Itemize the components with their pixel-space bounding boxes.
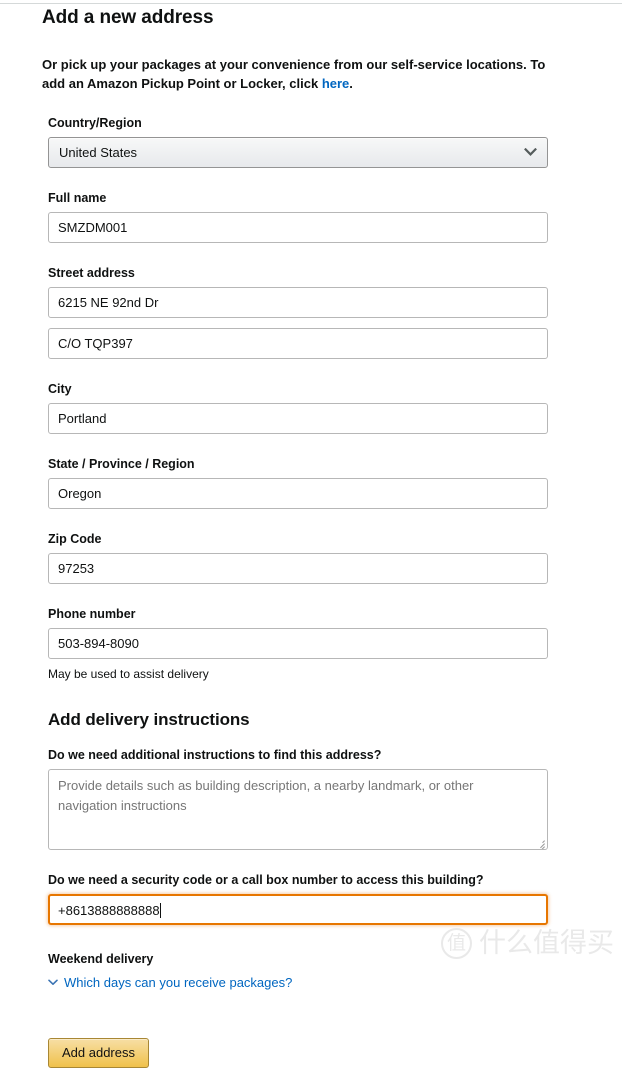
- add-address-button[interactable]: Add address: [48, 1038, 149, 1068]
- text-cursor: [159, 903, 161, 918]
- page-title: Add a new address: [42, 7, 214, 28]
- resize-handle-icon[interactable]: [534, 837, 545, 849]
- submit-row: Add address: [42, 991, 554, 1068]
- street-address-line2-input[interactable]: C/O TQP397: [48, 328, 548, 359]
- security-code-input[interactable]: +8613888888888: [48, 894, 548, 925]
- country-field-group: Country/Region United States: [42, 93, 554, 168]
- street-address-line2-value: C/O TQP397: [58, 336, 133, 351]
- security-code-group: Do we need a security code or a call box…: [42, 850, 554, 925]
- pickup-point-notice: Or pick up your packages at your conveni…: [42, 30, 548, 93]
- phone-value: 503-894-8090: [58, 636, 139, 651]
- pickup-here-link[interactable]: here: [322, 76, 349, 91]
- city-label: City: [48, 382, 72, 396]
- add-address-page: Add a new address Or pick up your packag…: [0, 0, 622, 1068]
- chevron-down-icon: [524, 138, 537, 167]
- state-label: State / Province / Region: [48, 457, 195, 471]
- address-instructions-placeholder: Provide details such as building descrip…: [58, 778, 474, 813]
- pickup-notice-text-before: Or pick up your packages at your conveni…: [42, 57, 546, 91]
- state-value: Oregon: [58, 486, 102, 501]
- phone-input[interactable]: 503-894-8090: [48, 628, 548, 659]
- address-instructions-textarea[interactable]: Provide details such as building descrip…: [48, 769, 548, 850]
- address-instructions-question: Do we need additional instructions to fi…: [48, 748, 382, 762]
- full-name-input[interactable]: SMZDM001: [48, 212, 548, 243]
- delivery-instructions-title: Add delivery instructions: [48, 710, 250, 729]
- zip-field-group: Zip Code 97253: [42, 509, 554, 584]
- country-select[interactable]: United States: [48, 137, 548, 168]
- country-label: Country/Region: [48, 116, 142, 130]
- street-address-field-group: Street address 6215 NE 92nd Dr C/O TQP39…: [42, 243, 554, 359]
- security-code-question: Do we need a security code or a call box…: [48, 873, 484, 887]
- city-value: Portland: [58, 411, 107, 426]
- full-name-label: Full name: [48, 191, 107, 205]
- pickup-notice-text-after: .: [349, 76, 353, 91]
- weekend-delivery-title: Weekend delivery: [48, 952, 154, 966]
- weekend-delivery-expander-label: Which days can you receive packages?: [64, 975, 293, 990]
- city-input[interactable]: Portland: [48, 403, 548, 434]
- phone-field-group: Phone number 503-894-8090 May be used to…: [42, 584, 554, 682]
- state-field-group: State / Province / Region Oregon: [42, 434, 554, 509]
- country-selected-value: United States: [59, 145, 138, 160]
- street-address-line1-value: 6215 NE 92nd Dr: [58, 295, 159, 310]
- full-name-value: SMZDM001: [58, 220, 128, 235]
- zip-value: 97253: [58, 561, 95, 576]
- address-instructions-group: Do we need additional instructions to fi…: [42, 731, 554, 850]
- security-code-value: +8613888888888: [58, 903, 160, 918]
- state-input[interactable]: Oregon: [48, 478, 548, 509]
- zip-input[interactable]: 97253: [48, 553, 548, 584]
- city-field-group: City Portland: [42, 359, 554, 434]
- phone-hint: May be used to assist delivery: [48, 667, 209, 681]
- street-address-line1-input[interactable]: 6215 NE 92nd Dr: [48, 287, 548, 318]
- full-name-field-group: Full name SMZDM001: [42, 168, 554, 243]
- zip-label: Zip Code: [48, 532, 102, 546]
- phone-label: Phone number: [48, 607, 136, 621]
- street-address-label: Street address: [48, 266, 135, 280]
- chevron-down-icon: [48, 979, 58, 986]
